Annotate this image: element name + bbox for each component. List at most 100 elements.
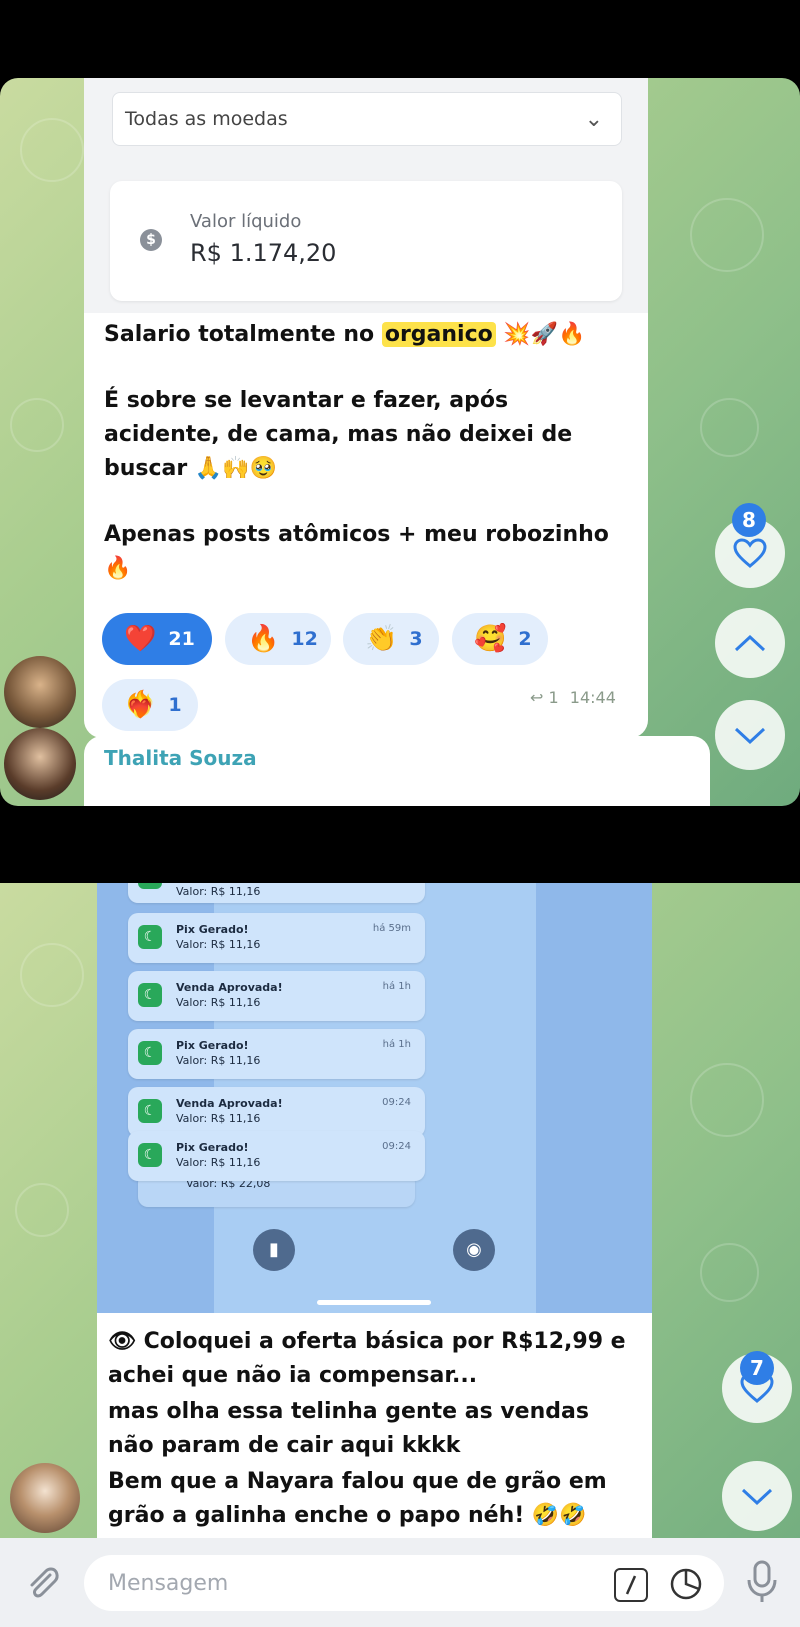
scroll-up-button[interactable] (715, 608, 785, 678)
notification-value: Valor: R$ 11,16 (176, 938, 261, 951)
notification-title: Pix Gerado! (176, 1141, 249, 1154)
microphone-icon[interactable] (744, 1558, 780, 1610)
avatar[interactable] (10, 1463, 80, 1533)
heart-on-fire-emoji: ❤️‍🔥 (124, 690, 157, 720)
currency-dropdown: Todas as moedas ⌄ (112, 92, 622, 146)
heart-icon (733, 538, 767, 568)
message-time: 14:44 (569, 688, 616, 707)
background-doodle (10, 398, 64, 452)
scroll-down-button[interactable] (722, 1461, 792, 1531)
message-line: 🔥 (104, 556, 132, 581)
payment-app-icon: ☾ (138, 925, 162, 949)
chat-panel-bottom: ☾ Valor: R$ 11,16 ☾ Pix Gerado! Valor: R… (0, 883, 800, 1627)
notification-card: ☾ Valor: R$ 11,16 (128, 883, 425, 903)
background-doodle (700, 398, 759, 457)
notification-time: há 59m (372, 923, 411, 934)
chevron-down-icon (741, 1488, 773, 1506)
like-count-badge: 8 (732, 503, 766, 537)
message-meta: ↩ 1 14:44 (530, 688, 616, 707)
message-line: Salario totalmente no organico 💥🚀🔥 (104, 322, 586, 347)
background-doodle (20, 943, 84, 1007)
message-line: Apenas posts atômicos + meu robozinho (104, 522, 609, 547)
notification-time: 09:24 (382, 1097, 411, 1108)
notification-card: ☾ Pix Gerado! Valor: R$ 11,16 há 1h (128, 1029, 425, 1079)
message-input[interactable]: Mensagem (84, 1555, 724, 1611)
notification-time: há 1h (382, 981, 411, 992)
reply-arrow-icon[interactable]: ↩ (530, 688, 543, 707)
payment-app-icon: ☾ (138, 883, 162, 889)
chat-panel-top: Todas as moedas ⌄ $ Valor líquido R$ 1.1… (0, 78, 800, 806)
message-placeholder: Mensagem (108, 1571, 229, 1596)
chevron-down-icon (734, 727, 766, 745)
notification-title: Pix Gerado! (176, 923, 249, 936)
notification-time: há 1h (382, 1039, 411, 1050)
message-line: buscar 🙏🙌🥹 (104, 456, 278, 481)
background-doodle (690, 198, 764, 272)
message-line: grão a galinha enche o papo néh! 🤣🤣 (108, 1503, 587, 1528)
reaction-fire[interactable]: 🔥 12 (225, 613, 331, 665)
reaction-count: 1 (168, 694, 182, 716)
heart-emoji: ❤️ (124, 624, 157, 654)
reaction-count: 3 (409, 628, 423, 650)
avatar[interactable] (4, 656, 76, 728)
home-indicator (317, 1300, 431, 1305)
notification-card: ☾ Venda Aprovada! Valor: R$ 11,16 há 1h (128, 971, 425, 1021)
sender-name[interactable]: Thalita Souza (104, 746, 257, 770)
message-line: acidente, de cama, mas não deixei de (104, 422, 573, 447)
notification-card: ☾ Pix Gerado! Valor: R$ 11,16 09:24 (128, 1131, 425, 1181)
message-line: achei que não ia compensar... (108, 1363, 478, 1388)
payment-app-icon: ☾ (138, 1099, 162, 1123)
message-emojis: 💥🚀🔥 (495, 322, 586, 347)
smiling-hearts-emoji: 🥰 (474, 624, 507, 654)
reaction-clap[interactable]: 👏 3 (343, 613, 439, 665)
sticker-icon[interactable] (669, 1567, 703, 1605)
command-icon[interactable] (614, 1568, 648, 1602)
payment-app-icon: ☾ (138, 1041, 162, 1065)
chevron-down-icon: ⌄ (584, 107, 603, 132)
scroll-down-button[interactable] (715, 700, 785, 770)
paperclip-icon[interactable] (22, 1563, 62, 1607)
reply-count: 1 (548, 688, 559, 707)
like-count-badge: 7 (740, 1351, 774, 1385)
net-value-card: $ Valor líquido R$ 1.174,20 (110, 181, 622, 301)
reaction-count: 12 (291, 628, 318, 650)
valor-value: R$ 1.174,20 (190, 239, 337, 267)
payment-app-icon: ☾ (138, 983, 162, 1007)
notification-title: Pix Gerado! (176, 1039, 249, 1052)
message-input-bar: Mensagem (0, 1538, 800, 1627)
reaction-heart-fire[interactable]: ❤️‍🔥 1 (102, 679, 198, 731)
notification-value: Valor: R$ 11,16 (176, 885, 261, 898)
highlighted-word: organico (381, 322, 496, 347)
dropdown-value: Todas as moedas (125, 108, 288, 130)
avatar[interactable] (4, 728, 76, 800)
background-doodle (20, 118, 84, 182)
camera-icon: ◉ (453, 1229, 495, 1271)
reaction-count: 21 (168, 628, 195, 650)
message-line: mas olha essa telinha gente as vendas (108, 1399, 589, 1424)
payment-app-icon: ☾ (138, 1143, 162, 1167)
background-doodle (690, 1063, 764, 1137)
message-line: 👁 Coloquei a oferta básica por R$12,99 e (108, 1329, 626, 1354)
fire-emoji: 🔥 (247, 624, 280, 654)
reaction-count: 2 (518, 628, 532, 650)
notification-title: Venda Aprovada! (176, 981, 283, 994)
message-line: não param de cair aqui kkkk (108, 1433, 461, 1458)
reaction-heart[interactable]: ❤️ 21 (102, 613, 212, 665)
notification-title: Venda Aprovada! (176, 1097, 283, 1110)
valor-label: Valor líquido (190, 211, 302, 232)
message-line: Bem que a Nayara falou que de grão em (108, 1469, 607, 1494)
notification-card: ☾ Pix Gerado! Valor: R$ 11,16 há 59m (128, 913, 425, 963)
coin-icon: $ (140, 229, 162, 251)
notification-value: Valor: R$ 11,16 (176, 1156, 261, 1169)
notification-value: Valor: R$ 11,16 (176, 1054, 261, 1067)
notification-card: ☾ Venda Aprovada! Valor: R$ 11,16 09:24 (128, 1087, 425, 1137)
clap-emoji: 👏 (365, 624, 398, 654)
background-doodle (700, 1243, 759, 1302)
reaction-love[interactable]: 🥰 2 (452, 613, 548, 665)
notification-value: Valor: R$ 11,16 (176, 1112, 261, 1125)
message-line: É sobre se levantar e fazer, após (104, 388, 509, 413)
notification-value: Valor: R$ 11,16 (176, 996, 261, 1009)
chevron-up-icon (734, 634, 766, 652)
flashlight-icon: ▮ (253, 1229, 295, 1271)
message-text: Salario totalmente no (104, 322, 382, 347)
